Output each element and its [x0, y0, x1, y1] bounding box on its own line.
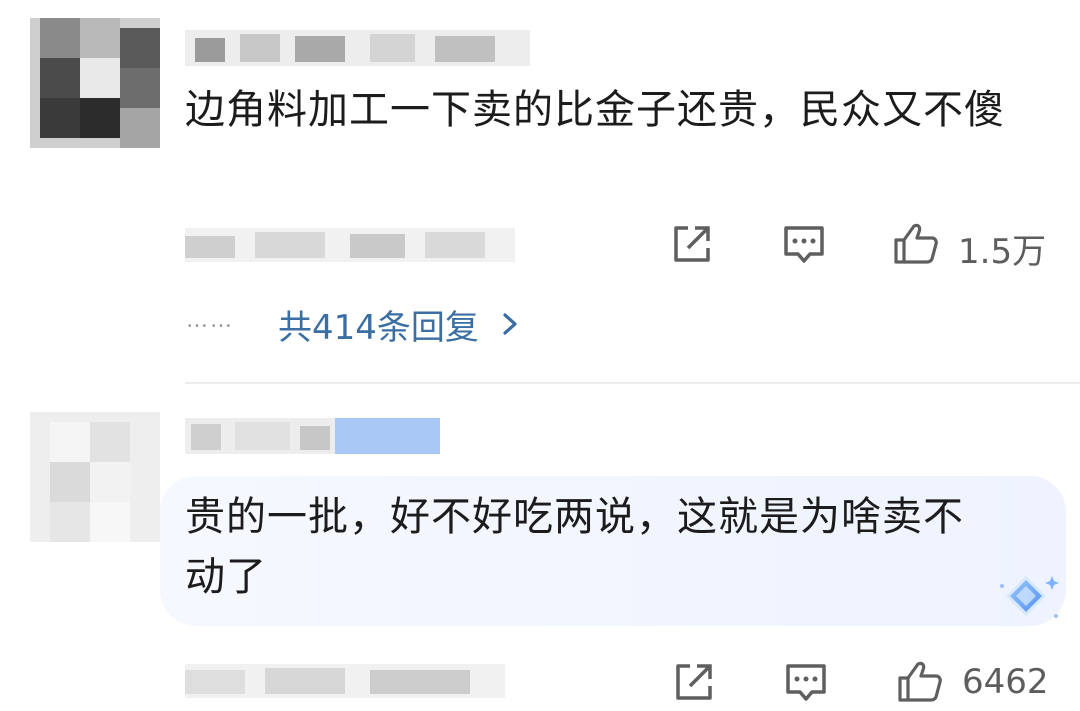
- comment-icon[interactable]: [782, 658, 830, 706]
- comment-divider: [185, 382, 1080, 384]
- comment-text: 贵的一批，好不好吃两说，这就是为啥卖不动了: [185, 494, 964, 600]
- view-replies-link[interactable]: 共414条回复: [278, 300, 525, 348]
- comment-text: 边角料加工一下卖的比金子还贵，民众又不傻: [185, 87, 1005, 133]
- like-count: 1.5万: [958, 232, 1047, 272]
- share-icon[interactable]: [668, 220, 716, 268]
- sparkle-icon: [1000, 575, 1059, 618]
- like-icon[interactable]: [896, 658, 944, 706]
- comment-icon[interactable]: [780, 220, 828, 268]
- avatar[interactable]: [30, 18, 160, 148]
- username-blurred[interactable]: [185, 418, 440, 454]
- like-count: 6462: [962, 662, 1049, 702]
- replies-count-label: 共414条回复: [278, 307, 479, 348]
- username-blurred[interactable]: [185, 30, 530, 66]
- avatar[interactable]: [30, 412, 160, 542]
- meta-blurred: [185, 664, 505, 698]
- replies-ellipsis: ……: [186, 308, 234, 333]
- chevron-right-icon: [503, 313, 517, 335]
- meta-blurred: [185, 228, 515, 262]
- like-icon[interactable]: [892, 220, 940, 268]
- share-icon[interactable]: [670, 658, 718, 706]
